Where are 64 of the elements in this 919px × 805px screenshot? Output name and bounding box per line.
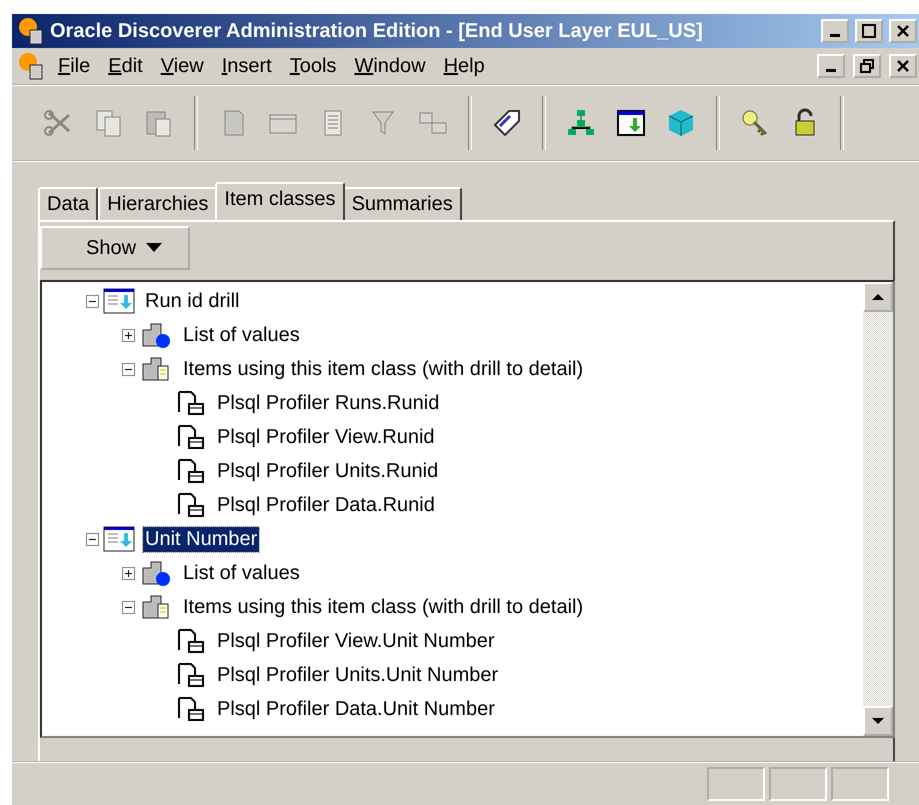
status-pane (831, 767, 889, 801)
minimize-button[interactable] (817, 54, 845, 78)
restore-icon (860, 59, 874, 73)
show-button[interactable]: Show (40, 226, 190, 270)
maximize-icon (862, 24, 876, 38)
window-title: Oracle Discoverer Administration Edition - [End User Layer EUL_US] (50, 20, 704, 42)
tree-item[interactable]: Items using this item class (with drill to detail) (181, 356, 586, 382)
menu-item[interactable]: Help (438, 54, 491, 78)
up-arrow-icon (872, 293, 884, 301)
item-icon (175, 388, 207, 418)
tree-item[interactable]: Unit Number (143, 526, 260, 552)
scrollbar[interactable] (863, 282, 893, 736)
tree-item[interactable]: Items using this item class (with drill to detail) (181, 594, 586, 620)
close-button[interactable] (889, 19, 917, 43)
drill-window-icon (103, 288, 135, 314)
menu-item[interactable]: Tools (284, 54, 342, 78)
tag-icon (491, 107, 523, 139)
tab[interactable]: Item classes (215, 182, 345, 220)
status-pane (707, 767, 765, 801)
expand-icon[interactable] (122, 566, 135, 580)
item-icon (175, 490, 207, 520)
close-icon (896, 59, 910, 73)
close-button[interactable] (889, 54, 917, 78)
tree-item[interactable]: Plsql Profiler Runs.Runid (215, 390, 442, 416)
restore-button[interactable] (853, 54, 881, 78)
caret-icon (146, 243, 162, 253)
tree-item[interactable]: Plsql Profiler View.Unit Number (215, 628, 497, 654)
item-icon (175, 456, 207, 486)
tree-item[interactable]: Plsql Profiler View.Runid (215, 424, 437, 450)
collapse-icon[interactable] (122, 600, 135, 614)
collapse-icon[interactable] (86, 532, 99, 546)
tree-item[interactable]: Run id drill (143, 288, 242, 314)
tree-item[interactable]: Plsql Profiler Units.Unit Number (215, 662, 500, 688)
item-icon (175, 422, 207, 452)
menu-item[interactable]: Window (348, 54, 432, 78)
scroll-up-button[interactable] (863, 282, 893, 312)
menu-item[interactable]: Edit (102, 54, 149, 78)
drill-window-icon (615, 107, 647, 139)
tree-item[interactable]: List of values (181, 322, 302, 348)
maximize-button[interactable] (855, 19, 883, 43)
item-icon (175, 694, 207, 724)
menu-item[interactable]: File (52, 54, 96, 78)
item-icon (175, 660, 207, 690)
minimize-icon (830, 34, 840, 37)
minimize-button[interactable] (821, 19, 849, 43)
tab[interactable]: Hierarchies (98, 187, 218, 220)
down-arrow-icon (872, 717, 884, 725)
tree-item[interactable]: Plsql Profiler Data.Runid (215, 492, 437, 518)
expand-icon[interactable] (122, 328, 135, 342)
tab[interactable]: Data (38, 187, 98, 220)
drill-window-icon (103, 526, 135, 552)
collapse-icon[interactable] (122, 362, 135, 376)
status-pane (769, 767, 827, 801)
item-icon (175, 626, 207, 656)
tree-item[interactable]: List of values (181, 560, 302, 586)
scroll-down-button[interactable] (863, 706, 893, 736)
tree-item[interactable]: Plsql Profiler Data.Unit Number (215, 696, 497, 722)
collapse-icon[interactable] (86, 294, 99, 308)
menu-item[interactable]: View (154, 54, 210, 78)
tree-item[interactable]: Plsql Profiler Units.Runid (215, 458, 440, 484)
tab[interactable]: Summaries (342, 187, 462, 220)
menu-item[interactable]: Insert (216, 54, 278, 78)
minimize-icon (826, 69, 836, 72)
close-icon (896, 24, 910, 38)
